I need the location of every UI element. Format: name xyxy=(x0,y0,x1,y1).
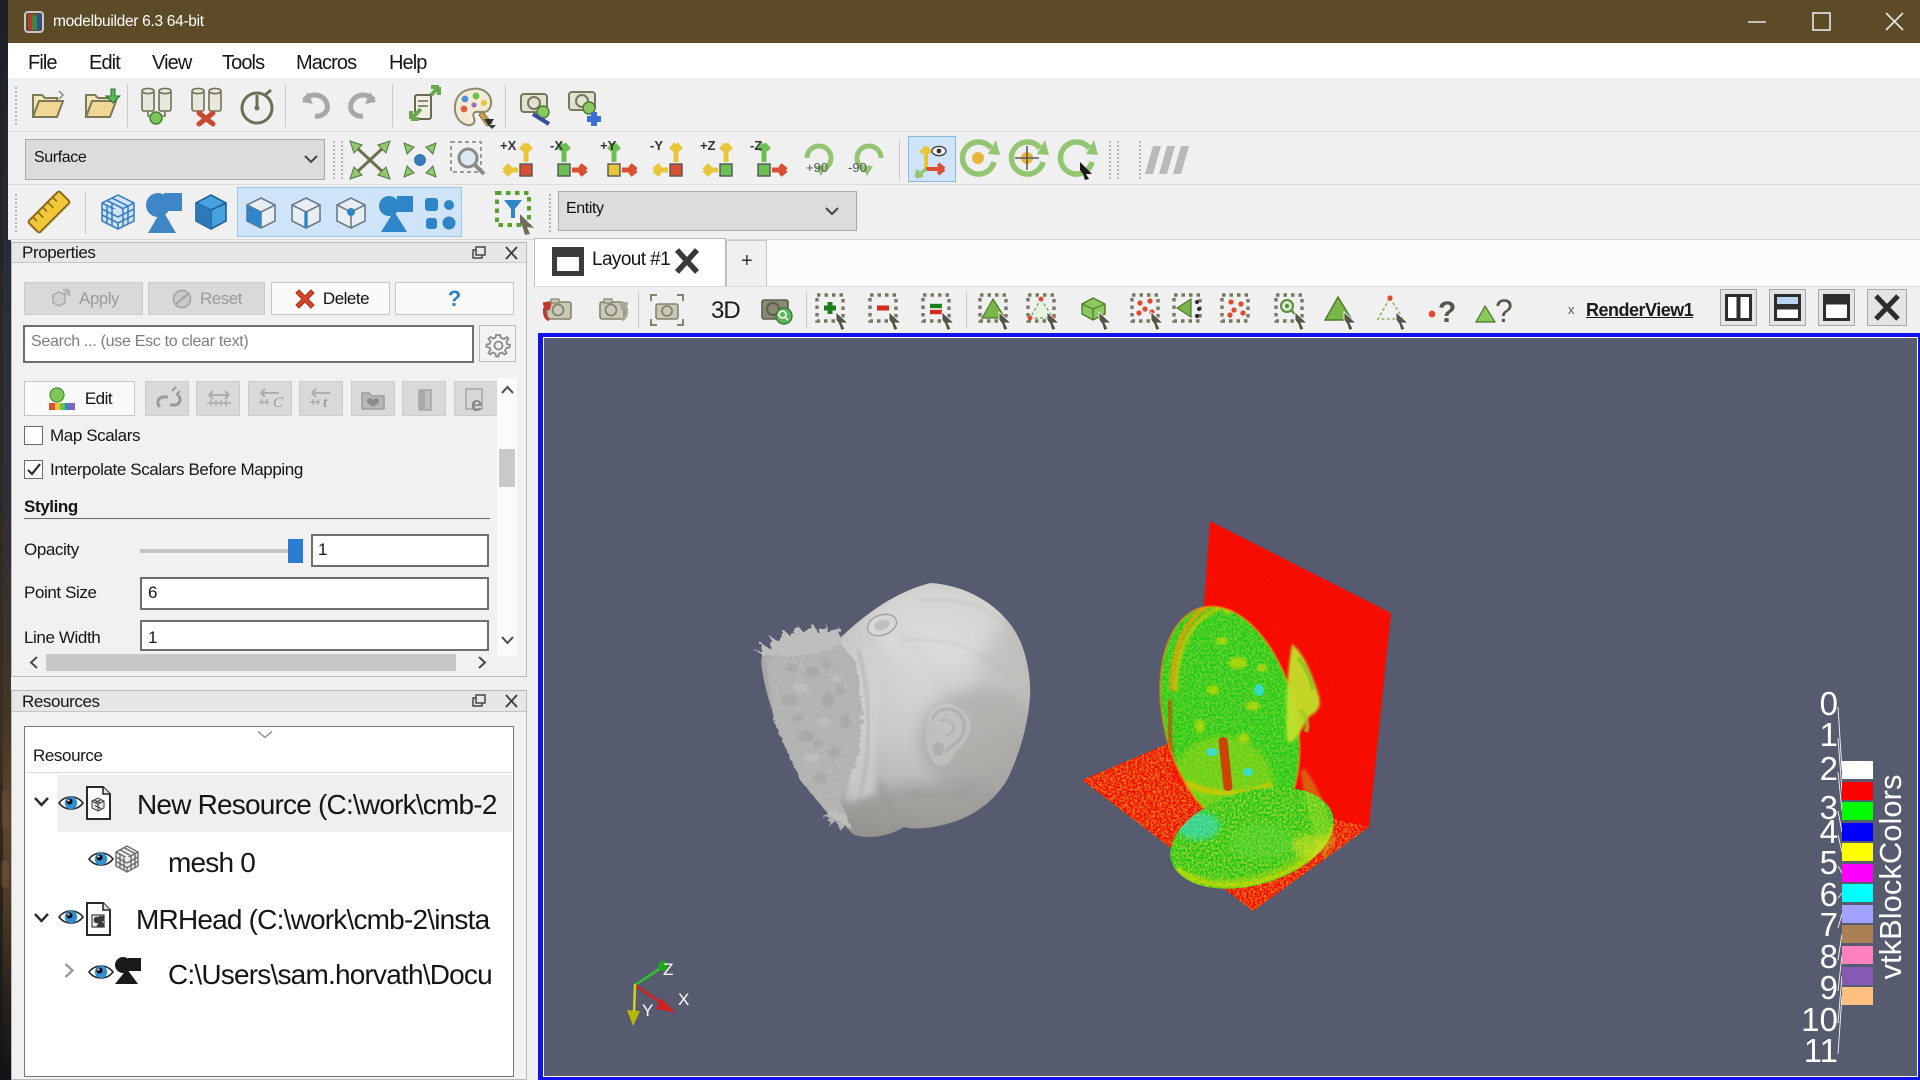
svg-text:vtkBlockColors: vtkBlockColors xyxy=(1873,775,1908,980)
svg-text:t: t xyxy=(323,395,328,411)
svg-text:Y: Y xyxy=(642,1001,653,1020)
svg-text:11: 11 xyxy=(1804,1032,1838,1069)
svg-text:2: 2 xyxy=(1820,750,1838,787)
svg-text:Z: Z xyxy=(663,960,673,979)
svg-text:1: 1 xyxy=(1820,716,1838,753)
svg-text:?: ? xyxy=(1495,293,1513,329)
svg-text:e: e xyxy=(471,394,482,416)
svg-text:C: C xyxy=(273,395,284,411)
svg-text:X: X xyxy=(678,990,689,1009)
svg-text:?: ? xyxy=(1438,296,1456,329)
